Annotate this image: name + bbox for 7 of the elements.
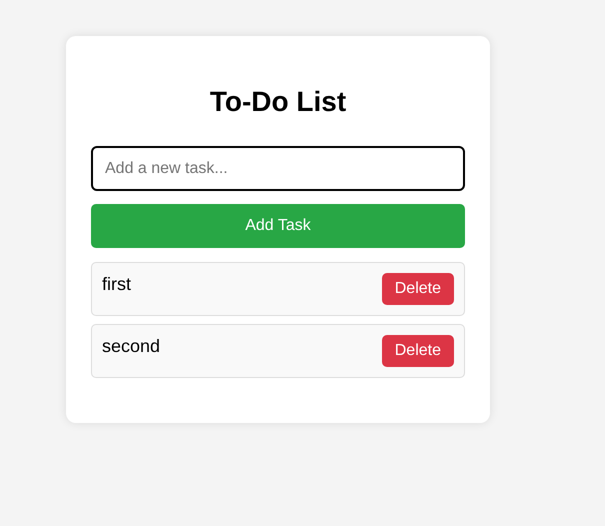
page-title: To-Do List (208, 86, 348, 118)
add-task-button[interactable]: Add Task (91, 204, 465, 248)
task-text: first (102, 273, 131, 295)
task-text: second (102, 335, 160, 357)
delete-button[interactable]: Delete (382, 335, 454, 367)
delete-button[interactable]: Delete (382, 273, 454, 305)
task-input-field[interactable]: Add a new task... (91, 146, 465, 191)
